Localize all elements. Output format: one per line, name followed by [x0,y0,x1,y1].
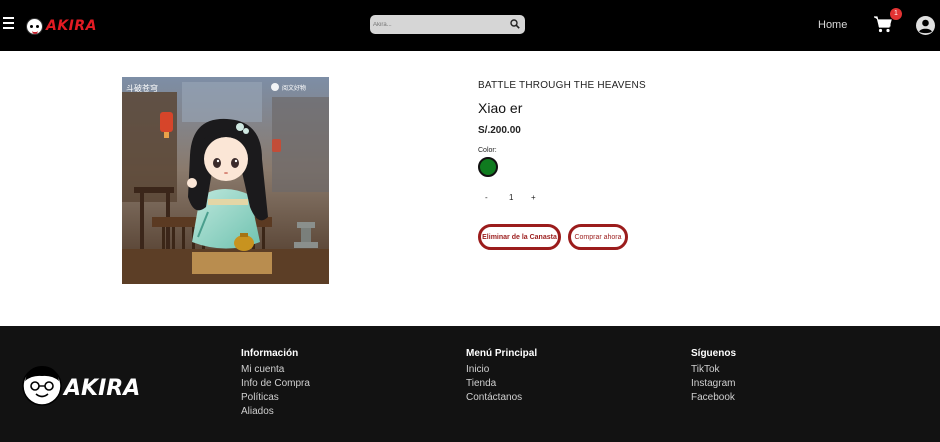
footer-logo[interactable]: AKIRA [22,363,152,409]
svg-text:阅文好物: 阅文好物 [282,84,306,92]
quantity-decrease-button[interactable]: - [485,193,488,202]
product-price: S/.200.00 [478,125,521,136]
footer-link-info-compra[interactable]: Info de Compra [241,377,310,391]
logo-face-icon [26,17,43,35]
search-input[interactable] [373,17,503,32]
footer-link-politicas[interactable]: Políticas [241,391,310,405]
search-icon[interactable] [510,19,520,29]
product-title: Xiao er [478,100,523,116]
footer-heading: Menú Principal [466,348,538,359]
quantity-value: 1 [509,193,514,202]
search-bar [370,15,525,34]
footer-heading: Información [241,348,299,359]
nav-home-link[interactable]: Home [818,19,847,31]
product-figure-photo: 斗破苍穹 阅文好物 [122,77,329,284]
footer-column-menu-principal: Menú Principal Inicio Tienda Contáctanos [466,348,537,405]
footer-link-facebook[interactable]: Facebook [691,391,736,405]
user-account-icon[interactable] [916,16,935,35]
footer: AKIRA Información Mi cuenta Info de Comp… [0,326,940,442]
color-swatch-green[interactable] [478,157,498,177]
hamburger-menu-icon[interactable] [3,17,14,30]
site-logo[interactable]: AKIRA [26,17,97,35]
footer-link-instagram[interactable]: Instagram [691,377,736,391]
product-image: 斗破苍穹 阅文好物 [122,77,329,284]
footer-link-tiktok[interactable]: TikTok [691,363,736,377]
footer-link-inicio[interactable]: Inicio [466,363,537,377]
remove-from-cart-button[interactable]: Eliminar de la Canasta [478,224,561,250]
footer-logo-text: AKIRA [62,376,140,401]
footer-column-siguenos: Síguenos TikTok Instagram Facebook [691,348,736,405]
footer-heading: Síguenos [691,348,737,359]
cart-count-badge: 1 [890,8,902,20]
logo-text: AKIRA [46,18,98,34]
top-navbar: AKIRA Home 1 [0,0,940,51]
svg-text:斗破苍穹: 斗破苍穹 [126,83,158,93]
footer-link-contactanos[interactable]: Contáctanos [466,391,537,405]
footer-link-tienda[interactable]: Tienda [466,377,537,391]
footer-link-mi-cuenta[interactable]: Mi cuenta [241,363,310,377]
color-label: Color: [478,147,497,154]
footer-column-informacion: Información Mi cuenta Info de Compra Pol… [241,348,310,419]
quantity-increase-button[interactable]: + [531,193,536,202]
product-brand: BATTLE THROUGH THE HEAVENS [478,80,646,91]
buy-now-button[interactable]: Comprar ahora [568,224,628,250]
footer-link-aliados[interactable]: Aliados [241,405,310,419]
cart-icon[interactable] [874,16,892,33]
